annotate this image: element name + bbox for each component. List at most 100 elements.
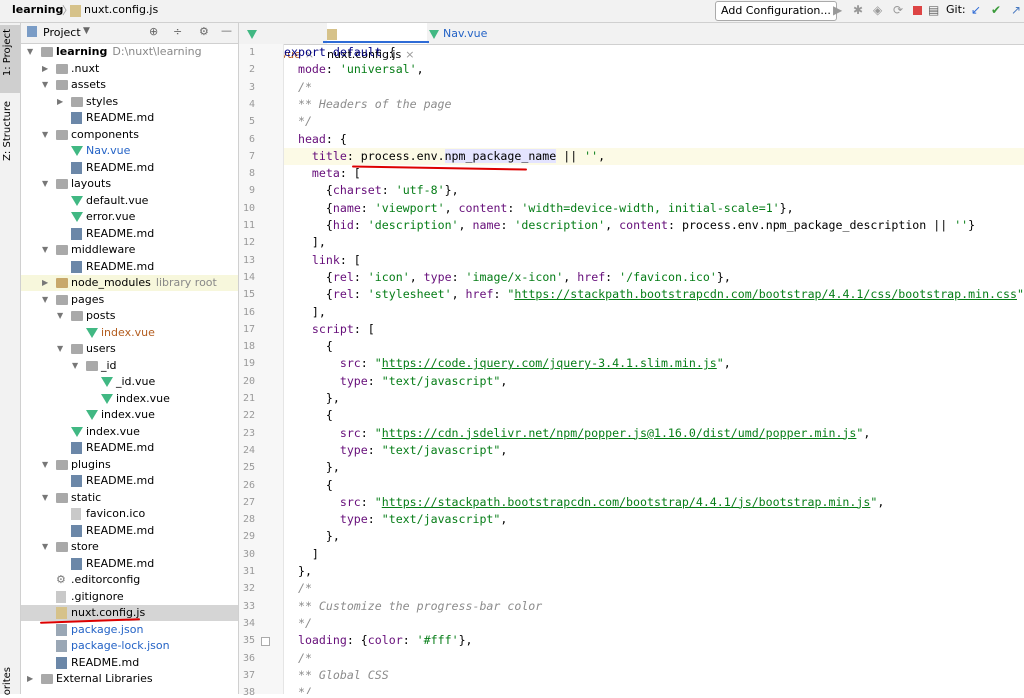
- tree-item[interactable]: README.md: [21, 226, 238, 242]
- tree-item[interactable]: ▶ .nuxt: [21, 61, 238, 77]
- tree-item-label: .gitignore: [71, 589, 124, 603]
- js-file-icon: [56, 607, 67, 619]
- fold-marker-icon[interactable]: [261, 637, 270, 647]
- breadcrumb-file[interactable]: nuxt.config.js: [84, 3, 158, 16]
- tree-item[interactable]: ▼ store: [21, 539, 238, 555]
- tree-item[interactable]: ▼ middleware: [21, 242, 238, 258]
- chevron-right-icon[interactable]: ▶: [27, 671, 33, 687]
- tree-item[interactable]: ▼ learning D:\nuxt\learning: [21, 44, 238, 60]
- tree-item-label: layouts: [71, 177, 112, 190]
- add-configuration-button[interactable]: Add Configuration...: [715, 1, 837, 21]
- git-commit-icon[interactable]: ✔: [991, 3, 1001, 17]
- layout-icon[interactable]: ▤: [928, 3, 939, 17]
- tree-item[interactable]: default.vue: [21, 193, 238, 209]
- editor-tab[interactable]: index.vue×: [247, 23, 325, 61]
- structure-tab[interactable]: Z: Structure: [2, 101, 18, 161]
- hide-icon[interactable]: —: [221, 24, 232, 37]
- chevron-right-icon[interactable]: ▶: [57, 94, 63, 110]
- tree-item[interactable]: ▼ _id: [21, 358, 238, 374]
- run-icon[interactable]: ▶: [833, 3, 842, 17]
- tree-item[interactable]: ▶ node_modules library root: [21, 275, 238, 291]
- tree-item[interactable]: README.md: [21, 160, 238, 176]
- git-push-icon[interactable]: ↗: [1011, 3, 1021, 17]
- tree-item-label: index.vue: [86, 424, 140, 438]
- tree-item[interactable]: package-lock.json: [21, 638, 238, 654]
- tree-item[interactable]: .gitignore: [21, 589, 238, 605]
- coverage-icon[interactable]: ◈: [873, 3, 882, 17]
- code-line: title: process.env.npm_package_name || '…: [284, 147, 1024, 165]
- tree-item[interactable]: ⚙ .editorconfig: [21, 572, 238, 588]
- folder-icon: [56, 459, 68, 470]
- tree-item[interactable]: ▼ posts: [21, 308, 238, 324]
- breadcrumb-project[interactable]: learning: [12, 3, 63, 16]
- collapse-icon[interactable]: ÷: [173, 25, 182, 38]
- markdown-file-icon: [71, 112, 82, 124]
- code-line: {: [284, 477, 333, 492]
- tree-item[interactable]: README.md: [21, 655, 238, 671]
- chevron-down-icon[interactable]: ▼: [72, 358, 78, 374]
- git-update-icon[interactable]: ↙: [971, 3, 981, 17]
- tree-item[interactable]: _id.vue: [21, 374, 238, 390]
- chevron-down-icon[interactable]: ▼: [42, 539, 48, 555]
- chevron-down-icon[interactable]: ▼: [42, 490, 48, 506]
- tree-item[interactable]: ▼ components: [21, 127, 238, 143]
- project-tool-tab[interactable]: 1: Project: [0, 25, 20, 93]
- chevron-down-icon[interactable]: ▼: [42, 457, 48, 473]
- tree-item[interactable]: favicon.ico: [21, 506, 238, 522]
- code-line: mode: 'universal',: [297, 62, 424, 77]
- chevron-down-icon[interactable]: ▼: [83, 26, 90, 36]
- tree-item[interactable]: Nav.vue: [21, 143, 238, 159]
- tree-item[interactable]: ▶ styles: [21, 94, 238, 110]
- debug-icon[interactable]: ✱: [853, 3, 863, 17]
- tree-item-label: README.md: [86, 259, 155, 273]
- tree-item[interactable]: ▼ plugins: [21, 457, 238, 473]
- folder-icon: [56, 63, 68, 74]
- chevron-down-icon[interactable]: ▼: [57, 341, 63, 357]
- tree-item[interactable]: ▼ pages: [21, 292, 238, 308]
- project-panel-header: Project ▼ ⊕ ÷ ⚙ —: [21, 23, 238, 44]
- chevron-down-icon[interactable]: ▼: [42, 242, 48, 258]
- gear-icon[interactable]: ⚙: [199, 25, 209, 38]
- line-number: 27: [242, 496, 255, 508]
- tree-item[interactable]: index.vue: [21, 325, 238, 341]
- tree-item[interactable]: ▶ External Libraries: [21, 671, 238, 687]
- tree-item[interactable]: index.vue: [21, 407, 238, 423]
- markdown-file-icon: [71, 557, 82, 570]
- tree-item[interactable]: package.json: [21, 622, 238, 638]
- tree-item-label: package.json: [71, 622, 144, 636]
- tree-item-label: store: [71, 540, 99, 553]
- tree-item-label: plugins: [71, 457, 111, 471]
- project-view-selector[interactable]: Project: [43, 26, 81, 39]
- profile-icon[interactable]: ⟳: [893, 3, 903, 17]
- chevron-down-icon[interactable]: ▼: [42, 127, 48, 143]
- favorites-tab[interactable]: orites: [2, 667, 18, 695]
- chevron-down-icon[interactable]: ▼: [42, 176, 48, 192]
- tree-item-label: _id.vue: [116, 375, 156, 388]
- tree-item[interactable]: index.vue: [21, 391, 238, 407]
- line-number: 5: [248, 116, 255, 128]
- chevron-down-icon[interactable]: ▼: [42, 292, 48, 308]
- tree-item[interactable]: README.md: [21, 556, 238, 572]
- locate-icon[interactable]: ⊕: [149, 25, 158, 38]
- tree-item[interactable]: README.md: [21, 110, 238, 126]
- chevron-down-icon[interactable]: ▼: [42, 77, 48, 93]
- tree-item[interactable]: ▼ static: [21, 490, 238, 506]
- chevron-right-icon[interactable]: ▶: [42, 275, 48, 291]
- markdown-file-icon: [71, 161, 82, 174]
- tree-item[interactable]: index.vue: [21, 424, 238, 440]
- tree-item[interactable]: README.md: [21, 259, 238, 275]
- file-icon: [71, 508, 81, 520]
- chevron-down-icon[interactable]: ▼: [27, 44, 33, 60]
- stop-icon[interactable]: [913, 6, 922, 15]
- code-editor[interactable]: export default { mode: 'universal', /* *…: [284, 44, 1024, 694]
- tree-item[interactable]: error.vue: [21, 209, 238, 225]
- editor-tab[interactable]: Nav.vue: [429, 23, 509, 44]
- chevron-right-icon[interactable]: ▶: [42, 61, 48, 77]
- tree-item[interactable]: ▼ assets: [21, 77, 238, 93]
- tree-item[interactable]: README.md: [21, 523, 238, 539]
- tree-item[interactable]: README.md: [21, 440, 238, 456]
- chevron-down-icon[interactable]: ▼: [57, 308, 63, 324]
- tree-item[interactable]: README.md: [21, 473, 238, 489]
- tree-item[interactable]: ▼ users: [21, 341, 238, 357]
- tree-item[interactable]: ▼ layouts: [21, 176, 238, 192]
